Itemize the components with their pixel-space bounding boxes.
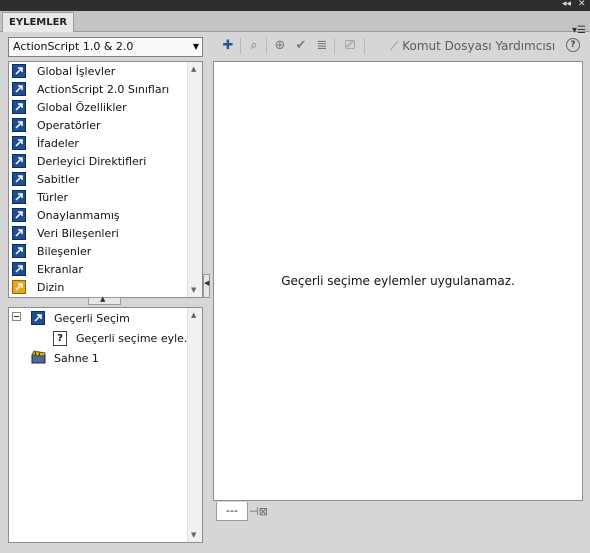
toolbox-item-label: Sabitler (37, 173, 80, 186)
add-statement-icon[interactable]: ✚ (219, 37, 237, 55)
nav-child-label: Geçerli seçime eyle... (76, 332, 195, 345)
toolbox-item[interactable]: Onaylanmamış (12, 207, 187, 225)
toolbox-item[interactable]: Ekranlar (12, 261, 187, 279)
book-arrow-icon (12, 208, 26, 222)
toolbox-item[interactable]: Türler (12, 189, 187, 207)
toolbar-separator (364, 38, 365, 54)
script-assist-toggle[interactable]: ⟋ Komut Dosyası Yardımcısı (390, 37, 555, 55)
scroll-up-icon[interactable]: ▲ (191, 311, 196, 319)
book-arrow-icon (12, 118, 26, 132)
toolbox-item[interactable]: İfadeler (12, 135, 187, 153)
panel-title-strip: ◂◂ ✕ (0, 0, 590, 11)
toolbox-item[interactable]: Veri Bileşenleri (12, 225, 187, 243)
toolbox-splitter-handle[interactable]: ▲ (88, 295, 121, 305)
toolbox-item-label: Operatörler (37, 119, 101, 132)
script-tab-bar: --- ⊣⊠ (213, 500, 583, 524)
editor-message: Geçerli seçime eylemler uygulanamaz. (281, 274, 515, 288)
find-icon[interactable]: ⌕ (245, 37, 263, 55)
index-icon (12, 280, 26, 294)
check-syntax-icon[interactable]: ✔ (292, 37, 310, 55)
pin-script-icon[interactable]: ⊣⊠ (249, 505, 268, 518)
book-arrow-icon (31, 311, 45, 325)
actionscript-version-select[interactable]: ActionScript 1.0 & 2.0 ▼ (8, 37, 203, 57)
book-arrow-icon (12, 82, 26, 96)
book-arrow-icon (12, 262, 26, 276)
toolbox-scrollbar[interactable]: ▲ ▼ (187, 62, 202, 297)
wand-icon: ⟋ (390, 39, 399, 53)
question-icon: ? (53, 331, 67, 346)
toolbar-separator (266, 38, 267, 54)
scroll-up-icon[interactable]: ▲ (191, 65, 196, 73)
toolbox-item[interactable]: Derleyici Direktifleri (12, 153, 187, 171)
panel-vertical-splitter[interactable]: ◀ (203, 274, 210, 298)
script-assist-label: Komut Dosyası Yardımcısı (402, 39, 556, 53)
toolbox-item-label: Global Özellikler (37, 101, 127, 114)
toolbar-separator (334, 38, 335, 54)
book-arrow-icon (12, 226, 26, 240)
script-editor[interactable]: Geçerli seçime eylemler uygulanamaz. (213, 61, 583, 501)
actions-toolbox: Global İşlevler ActionScript 2.0 Sınıfla… (8, 61, 203, 298)
scroll-down-icon[interactable]: ▼ (191, 286, 196, 294)
book-arrow-icon (12, 136, 26, 150)
book-arrow-icon (12, 244, 26, 258)
nav-scene-label: Sahne 1 (54, 352, 99, 365)
script-navigator: Geçerli Seçim ? Geçerli seçime eyle... S… (8, 307, 203, 543)
chevron-down-icon: ▼ (192, 42, 199, 51)
toolbox-item-label: Bileşenler (37, 245, 92, 258)
collapse-left-icon: ◀ (204, 279, 210, 287)
toolbox-item-label: Dizin (37, 281, 65, 294)
toolbox-item[interactable]: Global Özellikler (12, 99, 187, 117)
help-icon[interactable]: ? (566, 38, 580, 52)
book-arrow-icon (12, 100, 26, 114)
nav-minus-icon[interactable] (12, 311, 21, 329)
nav-current-selection-label: Geçerli Seçim (54, 312, 130, 325)
clapperboard-icon (31, 350, 46, 364)
script-tab[interactable]: --- (216, 502, 248, 521)
toolbox-item-label: Veri Bileşenleri (37, 227, 119, 240)
book-arrow-icon (12, 154, 26, 168)
target-icon[interactable]: ⊕ (271, 37, 289, 55)
toolbox-item-label: Global İşlevler (37, 65, 116, 78)
scroll-down-icon[interactable]: ▼ (191, 531, 196, 539)
toolbox-item-label: ActionScript 2.0 Sınıfları (37, 83, 170, 96)
toolbox-item-label: Türler (37, 191, 69, 204)
collapse-up-icon: ▲ (100, 295, 106, 303)
book-arrow-icon (12, 190, 26, 204)
toolbox-item[interactable]: Global İşlevler (12, 63, 187, 81)
collapse-icon[interactable]: ◂◂ (562, 0, 571, 10)
toolbox-item-label: Ekranlar (37, 263, 83, 276)
navigator-scrollbar[interactable]: ▲ ▼ (187, 308, 202, 542)
toolbar-separator (240, 38, 241, 54)
toolbox-item[interactable]: ActionScript 2.0 Sınıfları (12, 81, 187, 99)
code-hint-icon[interactable]: ⎚ (341, 37, 359, 55)
toolbox-item[interactable]: Operatörler (12, 117, 187, 135)
toolbox-item[interactable]: Bileşenler (12, 243, 187, 261)
toolbox-item-label: Derleyici Direktifleri (37, 155, 147, 168)
panel-tab-bar: EYLEMLER ▾☰ (0, 11, 590, 36)
nav-scene[interactable]: Sahne 1 (31, 350, 99, 368)
close-icon[interactable]: ✕ (578, 0, 586, 10)
toolbox-item-label: İfadeler (37, 137, 79, 150)
auto-format-icon[interactable]: ≣ (313, 37, 331, 55)
script-toolbar: ✚ ⌕ ⊕ ✔ ≣ ⎚ ⟋ Komut Dosyası Yardımcısı ? (213, 33, 590, 59)
tab-actions[interactable]: EYLEMLER (2, 12, 75, 32)
toolbox-item-label: Onaylanmamış (37, 209, 120, 222)
book-arrow-icon (12, 172, 26, 186)
toolbox-item[interactable]: Sabitler (12, 171, 187, 189)
version-select-value: ActionScript 1.0 & 2.0 (13, 40, 134, 53)
book-arrow-icon (12, 64, 26, 78)
